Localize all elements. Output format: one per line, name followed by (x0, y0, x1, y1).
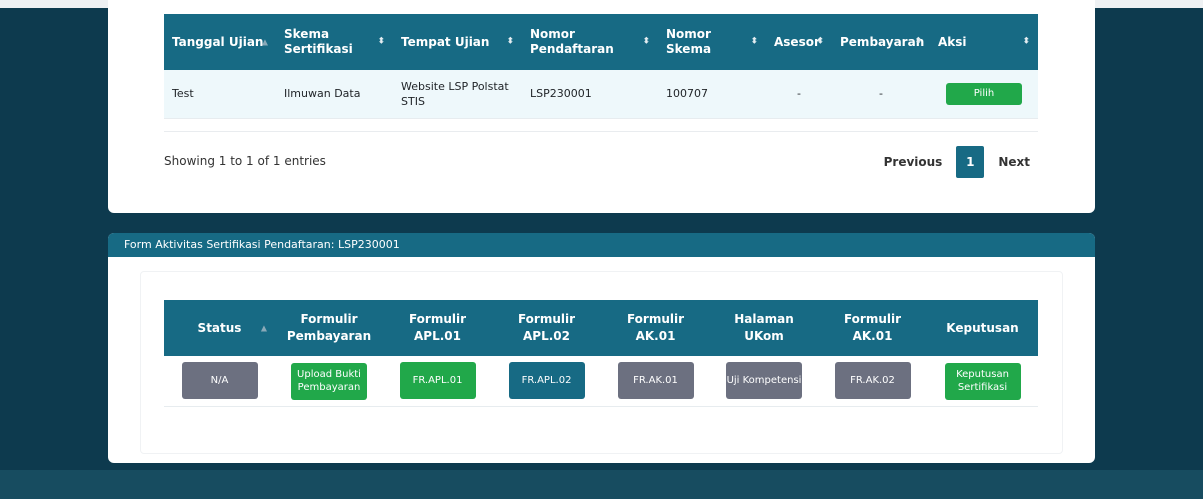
cell-ak02: FR.AK.02 (818, 356, 927, 407)
col-label: Asesor (774, 34, 820, 49)
form-aktivitas-title: Form Aktivitas Sertifikasi Pendaftaran: … (108, 233, 1095, 257)
col-label: Nomor Skema (666, 27, 712, 56)
cell-ukom: Uji Kompetensi (710, 356, 818, 407)
fr-apl02-button[interactable]: FR.APL.02 (508, 362, 585, 400)
col-formulir-apl01[interactable]: Formulir APL.01 (383, 300, 492, 356)
col-label: Formulir AK.01 (843, 312, 902, 343)
fr-ak02-button[interactable]: FR.AK.02 (834, 362, 911, 400)
col-label: Skema Sertifikasi (284, 27, 353, 56)
table-row: N/A Upload Bukti Pembayaran FR.APL.01 FR… (164, 356, 1038, 407)
previous-button[interactable]: Previous (884, 155, 943, 169)
table-header-row: Status ▲ Formulir Pembayaran Formulir APL… (164, 300, 1038, 356)
uji-kompetensi-button[interactable]: Uji Kompetensi (726, 362, 802, 400)
col-tempat-ujian[interactable]: Tempat Ujian ⬍ (393, 14, 522, 70)
cell-asesor: - (766, 70, 832, 119)
col-asesor[interactable]: Asesor ⬍ (766, 14, 832, 70)
sort-icon: ⬍ (914, 36, 922, 47)
aktivitas-table: Status ▲ Formulir Pembayaran Formulir APL… (164, 300, 1038, 407)
upload-bukti-button[interactable]: Upload Bukti Pembayaran (291, 362, 367, 400)
divider (164, 131, 1038, 132)
table-row: Test Ilmuwan Data Website LSP Polstat ST… (164, 70, 1038, 119)
cell-ak01: FR.AK.01 (601, 356, 710, 407)
sertifikasi-table: Tanggal Ujian ▲ Skema Sertifikasi ⬍ Tempat… (164, 14, 1038, 119)
fr-apl01-button[interactable]: FR.APL.01 (399, 362, 476, 400)
cell-status: N/A (164, 356, 275, 407)
status-na-button[interactable]: N/A (181, 362, 258, 400)
keputusan-sertifikasi-button[interactable]: Keputusan Sertifikasi (944, 362, 1021, 400)
col-formulir-ak01-2[interactable]: Formulir AK.01 (818, 300, 927, 356)
col-status[interactable]: Status ▲ (164, 300, 275, 356)
footer-bar (0, 470, 1203, 499)
col-label: Keputusan (946, 320, 1019, 335)
col-aksi[interactable]: Aksi ⬍ (930, 14, 1038, 70)
entries-info: Showing 1 to 1 of 1 entries (164, 154, 326, 168)
sort-icon: ⬍ (642, 36, 650, 47)
table-header-row: Tanggal Ujian ▲ Skema Sertifikasi ⬍ Tempat… (164, 14, 1038, 70)
col-tanggal-ujian[interactable]: Tanggal Ujian ▲ (164, 14, 276, 70)
cell-keputusan: Keputusan Sertifikasi (927, 356, 1038, 407)
col-keputusan[interactable]: Keputusan (927, 300, 1038, 356)
sort-asc-icon: ▲ (260, 323, 267, 333)
col-halaman-ukom[interactable]: Halaman UKom (710, 300, 818, 356)
cell-skema: Ilmuwan Data (276, 70, 393, 119)
cell-nomor-pendaftaran: LSP230001 (522, 70, 658, 119)
col-nomor-pendaftaran[interactable]: Nomor Pendaftaran ⬍ (522, 14, 658, 70)
col-formulir-ak01[interactable]: Formulir AK.01 (601, 300, 710, 356)
page-1-button[interactable]: 1 (956, 146, 985, 178)
col-pembayaran[interactable]: Pembayaran ⬍ (832, 14, 930, 70)
cell-tanggal: Test (164, 70, 276, 119)
sort-asc-icon: ▲ (261, 37, 268, 47)
form-aktivitas-card: Form Aktivitas Sertifikasi Pendaftaran: … (108, 233, 1095, 463)
cell-aksi: Pilih (930, 70, 1038, 119)
cell-pembayaran: Upload Bukti Pembayaran (275, 356, 383, 407)
cell-tempat: Website LSP Polstat STIS (393, 70, 522, 119)
form-aktivitas-panel: Status ▲ Formulir Pembayaran Formulir APL… (140, 271, 1063, 454)
col-label: Formulir APL.02 (517, 312, 576, 343)
col-skema-sertifikasi[interactable]: Skema Sertifikasi ⬍ (276, 14, 393, 70)
sort-icon: ⬍ (506, 36, 514, 47)
cell-pembayaran: - (832, 70, 930, 119)
col-label: Tempat Ujian (401, 34, 490, 49)
sort-icon: ⬍ (750, 36, 758, 47)
col-label: Aksi (938, 34, 967, 49)
pilih-button[interactable]: Pilih (946, 82, 1022, 105)
col-label: Tanggal Ujian (172, 34, 264, 49)
col-formulir-apl02[interactable]: Formulir APL.02 (492, 300, 601, 356)
pagination: Previous 1 Next (884, 146, 1030, 178)
next-button[interactable]: Next (998, 155, 1030, 169)
col-label: Formulir AK.01 (626, 312, 685, 343)
sertifikasi-card: Tanggal Ujian ▲ Skema Sertifikasi ⬍ Tempat… (108, 0, 1095, 213)
col-label: Status (197, 320, 242, 335)
fr-ak01-button[interactable]: FR.AK.01 (617, 362, 694, 400)
col-nomor-skema[interactable]: Nomor Skema ⬍ (658, 14, 766, 70)
sort-icon: ⬍ (377, 36, 385, 47)
col-label: Pembayaran (840, 34, 925, 49)
sort-icon: ⬍ (816, 36, 824, 47)
col-label: Halaman UKom (734, 312, 794, 343)
col-label: Formulir Pembayaran (286, 312, 372, 343)
col-label: Formulir APL.01 (408, 312, 467, 343)
col-formulir-pembayaran[interactable]: Formulir Pembayaran (275, 300, 383, 356)
cell-nomor-skema: 100707 (658, 70, 766, 119)
sort-icon: ⬍ (1022, 36, 1030, 47)
col-label: Nomor Pendaftaran (530, 27, 614, 56)
cell-apl01: FR.APL.01 (383, 356, 492, 407)
cell-apl02: FR.APL.02 (492, 356, 601, 407)
